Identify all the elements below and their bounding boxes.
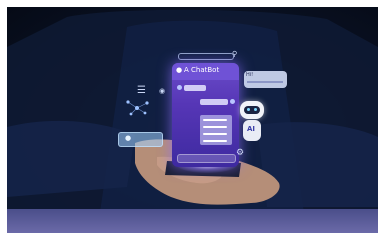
chat-line [203, 119, 227, 121]
search-icon: ⚲ [232, 50, 238, 58]
chat-message [200, 99, 228, 105]
chatbot-icon: ● [176, 66, 183, 74]
robot-eye [247, 108, 250, 111]
photo-frame: ⚲ ● A ChatBot Hi! AI ● ☰ ◉ ⚙ [7, 7, 378, 233]
robot-label: AI [247, 125, 256, 133]
avatar [230, 99, 235, 104]
robot-face [244, 106, 260, 114]
chat-input [177, 154, 236, 163]
bottom-bar [7, 209, 378, 233]
chat-line [203, 126, 227, 128]
robot-head [240, 101, 264, 119]
robot-eye [254, 108, 257, 111]
chatbot-screen: ● A ChatBot [172, 63, 239, 167]
avatar [177, 85, 182, 90]
chat-bubble-line [247, 81, 283, 83]
gear-icon: ⚙ [236, 148, 245, 158]
chatbot-header: ● A ChatBot [172, 63, 239, 80]
location-pin-icon: ◉ [159, 87, 166, 95]
chatbot-title: A ChatBot [184, 66, 220, 74]
chat-message [184, 85, 206, 91]
network-icon [126, 100, 149, 116]
search-bar [178, 53, 234, 60]
user-card-icon: ● [125, 134, 132, 142]
chat-bubble: Hi! [244, 71, 287, 88]
chat-line [203, 133, 227, 135]
server-stack-icon: ☰ [137, 85, 146, 96]
chat-line [203, 140, 227, 142]
chat-bubble-text: Hi! [246, 72, 254, 78]
